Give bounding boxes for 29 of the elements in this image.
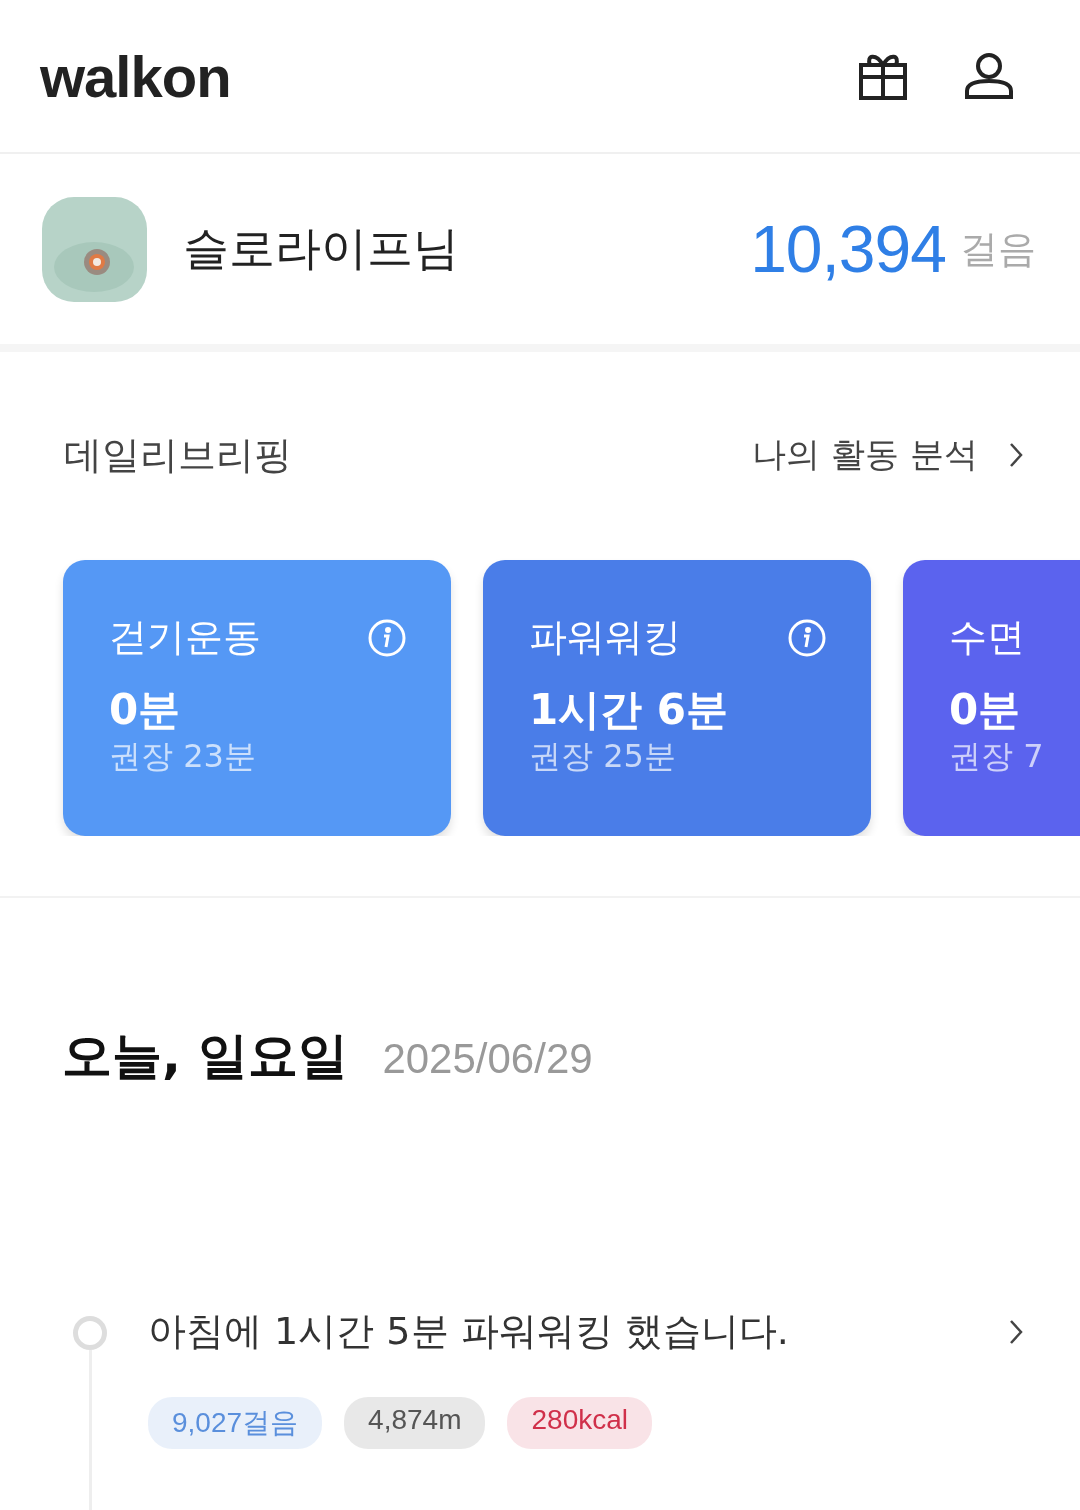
info-icon[interactable]	[787, 617, 827, 658]
activity-card[interactable]: 수면 0분 권장 7	[903, 560, 1080, 836]
card-title: 파워워킹	[529, 614, 681, 661]
step-count: 10,394	[750, 211, 946, 287]
day-title: 오늘, 일요일	[62, 1026, 349, 1087]
card-recommendation: 권장 23분	[109, 736, 256, 778]
card-recommendation: 권장 25분	[529, 736, 676, 778]
card-value: 0분	[109, 685, 181, 736]
date-text: 2025/06/29	[382, 1035, 593, 1083]
activity-card[interactable]: 걷기운동 0분 권장 23분	[63, 560, 451, 836]
stat-tag: 9,027걸음	[148, 1397, 323, 1449]
card-recommendation: 권장 7	[949, 736, 1044, 778]
section-title: 데일리브리핑	[64, 431, 292, 479]
chevron-right-icon	[1008, 441, 1024, 469]
app-logo: walkon	[40, 42, 231, 110]
stat-tag: 280kcal	[507, 1397, 652, 1449]
user-name: 슬로라이프님	[183, 220, 460, 277]
timeline-dot	[73, 1316, 107, 1350]
activity-card[interactable]: 파워워킹 1시간 6분 권장 25분	[483, 560, 871, 836]
card-value: 0분	[949, 685, 1021, 736]
card-title: 걷기운동	[109, 614, 261, 661]
card-value: 1시간 6분	[529, 685, 729, 736]
activity-summary[interactable]: 아침에 1시간 5분 파워워킹 했습니다.	[148, 1306, 789, 1357]
card-title: 수면	[949, 614, 1025, 661]
activity-analysis-link[interactable]: 나의 활동 분석	[752, 432, 1024, 478]
stat-tag: 4,874m	[344, 1397, 486, 1449]
profile-icon[interactable]	[964, 51, 1014, 101]
info-icon[interactable]	[367, 617, 407, 658]
step-unit: 걸음	[960, 225, 1036, 273]
